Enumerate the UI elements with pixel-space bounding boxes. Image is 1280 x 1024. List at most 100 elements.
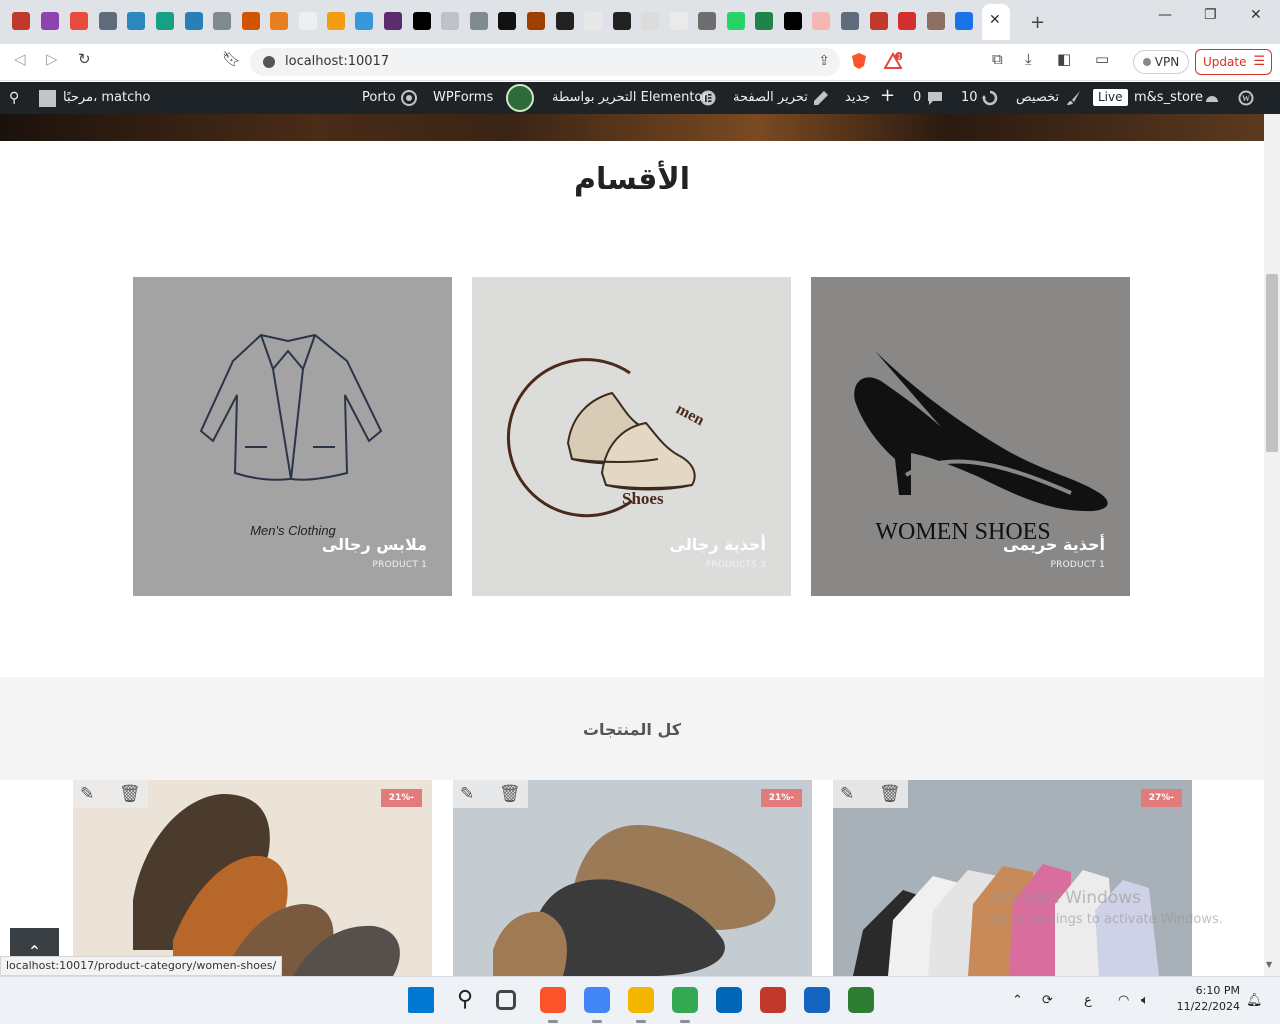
clock[interactable]: 6:10 PM 11/22/2024 <box>1170 983 1240 1015</box>
porto-badge-icon[interactable] <box>506 84 534 112</box>
tab-favicon-icon[interactable] <box>270 12 288 30</box>
tray-overflow-icon[interactable]: ⌃ <box>1012 993 1023 1008</box>
tab-favicon-icon[interactable] <box>70 12 88 30</box>
wallet-icon[interactable]: ▭ <box>1095 52 1109 67</box>
address-bar[interactable]: localhost:10017 ⇪ <box>250 48 840 76</box>
new-tab-button[interactable]: + <box>1030 14 1045 32</box>
tab-favicon-icon[interactable] <box>955 12 973 30</box>
edit-with-elementor-link[interactable]: التحرير بواسطة Elementor <box>552 90 708 106</box>
tab-favicon-icon[interactable] <box>355 12 373 30</box>
app-icon[interactable] <box>804 987 830 1013</box>
wordpress-logo-icon[interactable]: W <box>1238 90 1254 106</box>
file-explorer-icon[interactable] <box>628 987 654 1013</box>
minimize-button[interactable]: — <box>1158 7 1172 23</box>
forward-icon[interactable]: ▷ <box>46 52 58 67</box>
porto-link[interactable]: Porto <box>362 90 396 106</box>
comments-count[interactable]: 0 <box>913 90 921 106</box>
tab-favicon-icon[interactable] <box>127 12 145 30</box>
tab-favicon-icon[interactable] <box>470 12 488 30</box>
sync-icon[interactable]: ⟳ <box>1042 993 1053 1008</box>
product-card[interactable]: ✎ 🗑︎ -27% <box>833 780 1192 976</box>
avatar[interactable] <box>39 90 56 107</box>
tab-favicon-icon[interactable] <box>584 12 602 30</box>
maximize-button[interactable]: ❐ <box>1204 7 1217 23</box>
vscode-icon[interactable] <box>716 987 742 1013</box>
bookmark-icon[interactable]: 🔖︎ <box>222 52 241 67</box>
tab-favicon-icon[interactable] <box>755 12 773 30</box>
edit-icon[interactable]: ✎ <box>80 784 94 804</box>
notification-bell-icon[interactable]: 🔔︎ <box>1246 993 1263 1008</box>
greeting-link[interactable]: مرحبًا، matcho <box>63 90 150 106</box>
downloads-icon[interactable]: ⤓ <box>1025 52 1032 67</box>
category-card-women-shoes[interactable]: WOMEN SHOES أحذية حريمى PRODUCT 1 <box>811 277 1130 596</box>
edit-icon[interactable]: ✎ <box>840 784 854 804</box>
tab-favicon-icon[interactable] <box>898 12 916 30</box>
scroll-down-icon[interactable]: ▼ <box>1266 960 1272 969</box>
scrollbar-thumb[interactable] <box>1266 274 1278 452</box>
edit-page-link[interactable]: تحرير الصفحة <box>733 90 808 106</box>
tab-favicon-icon[interactable] <box>299 12 317 30</box>
tab-favicon-icon[interactable] <box>213 12 231 30</box>
back-icon[interactable]: ◁ <box>14 52 26 67</box>
tab-favicon-icon[interactable] <box>841 12 859 30</box>
updates-count[interactable]: 10 <box>961 90 978 106</box>
tab-favicon-icon[interactable] <box>12 12 30 30</box>
category-card-men-shoes[interactable]: men Shoes أحذية رجالى PRODUCTS 3 <box>472 277 791 596</box>
edit-icon[interactable]: ✎ <box>460 784 474 804</box>
vpn-button[interactable]: VPN <box>1133 50 1189 74</box>
app-icon[interactable] <box>760 987 786 1013</box>
tab-favicon-icon[interactable] <box>327 12 345 30</box>
customize-link[interactable]: تخصيص <box>1016 90 1059 106</box>
product-card[interactable]: ✎ 🗑︎ -21% <box>73 780 432 976</box>
trash-icon[interactable]: 🗑︎ <box>119 784 141 804</box>
wpforms-link[interactable]: WPForms <box>433 90 493 106</box>
tab-favicon-icon[interactable] <box>784 12 802 30</box>
tab-favicon-icon[interactable] <box>185 12 203 30</box>
task-view-icon[interactable] <box>496 990 516 1010</box>
update-button[interactable]: Update ☰ <box>1195 49 1272 75</box>
site-info-icon[interactable] <box>263 56 275 68</box>
new-content-link[interactable]: جديد <box>845 90 870 106</box>
tab-favicon-icon[interactable] <box>498 12 516 30</box>
tab-favicon-icon[interactable] <box>99 12 117 30</box>
close-window-button[interactable]: ✕ <box>1250 7 1262 23</box>
tab-favicon-icon[interactable] <box>527 12 545 30</box>
language-indicator[interactable]: ع <box>1084 993 1092 1008</box>
close-tab-icon[interactable]: ✕ <box>989 13 1001 27</box>
tab-favicon-icon[interactable] <box>556 12 574 30</box>
brave-rewards-icon[interactable]: 1 <box>884 52 902 70</box>
tab-favicon-icon[interactable] <box>641 12 659 30</box>
extensions-icon[interactable]: ⧉ <box>992 52 1003 67</box>
tab-favicon-icon[interactable] <box>670 12 688 30</box>
wifi-icon[interactable]: ◠ <box>1118 993 1129 1008</box>
category-card-men-clothing[interactable]: Men's Clothing ملابس رجالى PRODUCT 1 <box>133 277 452 596</box>
product-card[interactable]: ✎ 🗑︎ -21% <box>453 780 812 976</box>
start-button[interactable] <box>408 987 434 1013</box>
share-icon[interactable]: ⇪ <box>818 53 830 69</box>
reload-icon[interactable]: ↻ <box>78 52 91 67</box>
brave-app-icon[interactable] <box>540 987 566 1013</box>
tab-favicon-icon[interactable] <box>242 12 260 30</box>
brave-shield-icon[interactable] <box>850 52 868 70</box>
tab-favicon-icon[interactable] <box>698 12 716 30</box>
dashboard-icon[interactable] <box>1204 90 1220 106</box>
tab-favicon-icon[interactable] <box>613 12 631 30</box>
sidebar-icon[interactable]: ◧ <box>1057 52 1071 67</box>
app-icon[interactable] <box>848 987 874 1013</box>
search-icon[interactable]: ⚲ <box>452 987 478 1013</box>
tab-favicon-icon[interactable] <box>441 12 459 30</box>
trash-icon[interactable]: 🗑︎ <box>499 784 521 804</box>
tab-favicon-icon[interactable] <box>413 12 431 30</box>
tab-favicon-icon[interactable] <box>156 12 174 30</box>
site-name-link[interactable]: m&s_store <box>1134 90 1203 106</box>
volume-icon[interactable]: 🔈︎ <box>1141 993 1149 1008</box>
tab-favicon-icon[interactable] <box>927 12 945 30</box>
page-scrollbar[interactable] <box>1264 114 1280 976</box>
tab-favicon-icon[interactable] <box>812 12 830 30</box>
tab-favicon-icon[interactable] <box>41 12 59 30</box>
trash-icon[interactable]: 🗑︎ <box>879 784 901 804</box>
search-icon[interactable]: ⚲ <box>9 90 19 106</box>
tab-favicon-icon[interactable] <box>727 12 745 30</box>
tab-favicon-icon[interactable] <box>384 12 402 30</box>
tab-favicon-icon[interactable] <box>870 12 888 30</box>
